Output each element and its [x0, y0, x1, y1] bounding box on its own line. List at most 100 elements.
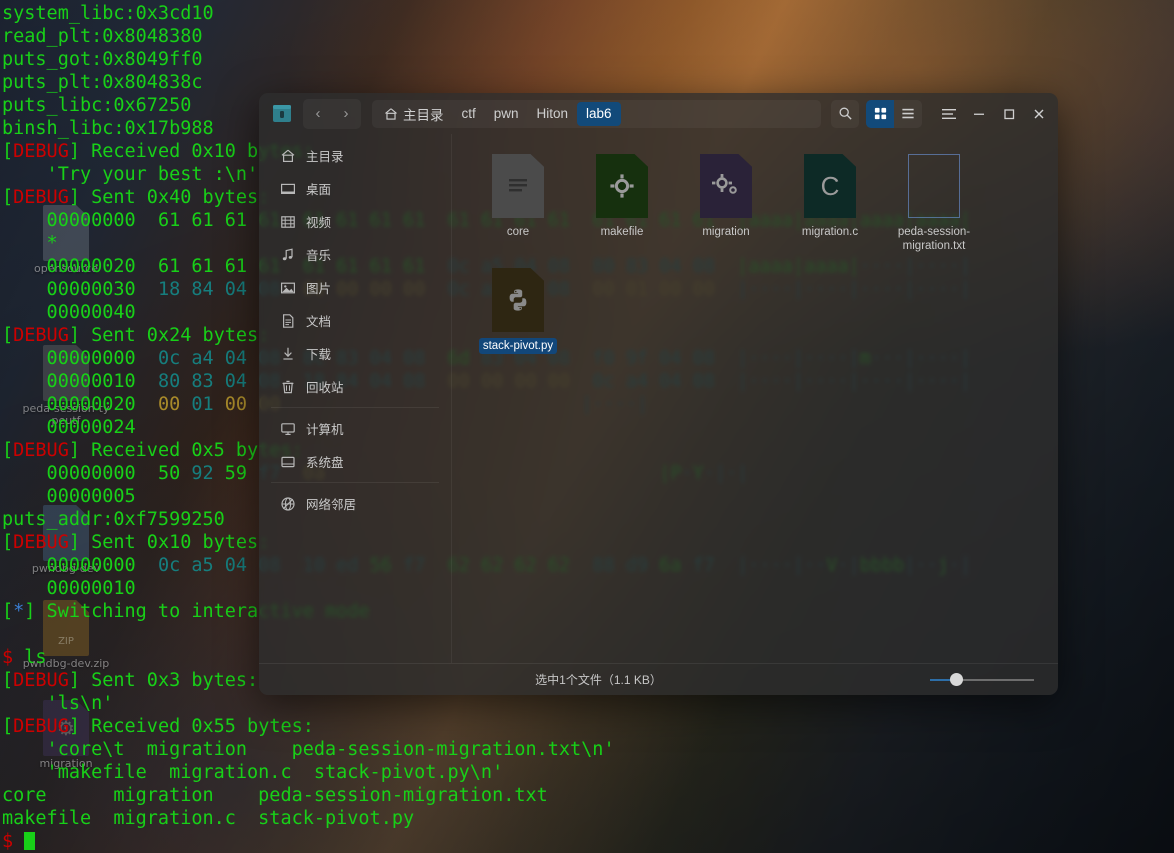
sidebar[interactable]: 主目录桌面视频音乐图片文档下载回收站计算机系统盘网络邻居: [259, 134, 451, 663]
file-item-makefile[interactable]: makefile: [570, 148, 674, 262]
computer-icon: [279, 420, 296, 437]
file-item-peda-session-migration-txt[interactable]: peda-session-migration.txt: [882, 148, 986, 262]
sidebar-item-6[interactable]: 下载: [265, 338, 445, 369]
file-grid[interactable]: core makefile migration Cmigration.c peda-se…: [452, 134, 1058, 362]
picture-icon: [279, 279, 296, 296]
desktop-icon-label: pwndbg-dev.zip: [22, 657, 110, 670]
status-bar: 选中1个文件（1.1 KB）: [259, 663, 1058, 695]
download-icon: [279, 345, 296, 362]
maximize-icon[interactable]: [996, 101, 1022, 127]
breadcrumb-item-ctf[interactable]: ctf: [453, 102, 485, 126]
toolbar-right: [831, 99, 1052, 128]
home-icon: [384, 107, 398, 121]
breadcrumb-item-label: lab6: [586, 106, 612, 121]
list-view-icon[interactable]: [894, 100, 922, 128]
desktop-icon: [279, 180, 296, 197]
gears-icon: [700, 154, 752, 218]
sidebar-item-label: 计算机: [306, 423, 344, 437]
minimize-icon[interactable]: [966, 101, 992, 127]
desktop-icon-label: opensource: [34, 262, 98, 275]
file-item-stack-pivot-py[interactable]: stack-pivot.py: [466, 262, 570, 362]
sidebar-item-label: 音乐: [306, 249, 332, 263]
sidebar-item-label: 网络邻居: [306, 498, 357, 512]
breadcrumb[interactable]: 主目录 ctf pwn Hiton lab6: [372, 99, 821, 128]
c-source-icon: C: [804, 154, 856, 218]
sidebar-item-label: 文档: [306, 315, 332, 329]
sidebar-item-7[interactable]: 回收站: [265, 371, 445, 402]
window-controls: [936, 101, 1052, 127]
breadcrumb-item-label: Hiton: [536, 106, 569, 121]
icon-size-slider[interactable]: [930, 673, 1034, 687]
back-button[interactable]: ‹: [305, 101, 331, 127]
file-item-label: peda-session-migration.txt: [897, 226, 971, 252]
document-lines-icon: [492, 154, 544, 218]
home-icon: [279, 147, 296, 164]
file-item-label: makefile: [600, 226, 644, 238]
zip-icon: ZIP: [43, 600, 89, 656]
sidebar-item-3[interactable]: 音乐: [265, 239, 445, 270]
network-icon: [279, 495, 296, 512]
sidebar-item-label: 桌面: [306, 183, 332, 197]
file-manager-titlebar: ‹ › 主目录 ctf pwn Hiton lab6: [259, 93, 1058, 134]
folder-sheet-icon: [43, 205, 89, 261]
forward-button[interactable]: ›: [333, 101, 359, 127]
file-item-label: stack-pivot.py: [478, 338, 558, 354]
desktop-icon-label: migration: [39, 757, 93, 770]
breadcrumb-item-pwn[interactable]: pwn: [485, 102, 528, 126]
sidebar-separator: [271, 407, 439, 408]
desktop-icon-label: peda-session-typeutf: [22, 402, 110, 427]
sidebar-item-2[interactable]: 视频: [265, 206, 445, 237]
desktop-icon-migration[interactable]: ⚙ migration: [20, 700, 112, 770]
desktop-icon-label: pwndbg-dev: [31, 562, 101, 575]
file-item-label: migration: [702, 226, 750, 238]
sidebar-separator: [271, 482, 439, 483]
breadcrumb-item-label: ctf: [461, 106, 476, 121]
disk-icon: [279, 453, 296, 470]
file-item-label: core: [506, 226, 530, 238]
file-item-core[interactable]: core: [466, 148, 570, 262]
python-icon: [492, 268, 544, 332]
slider-knob[interactable]: [950, 673, 963, 686]
desktop-icon-peda-session-typeutf[interactable]: peda-session-typeutf: [20, 345, 112, 427]
sidebar-item-4[interactable]: 图片: [265, 272, 445, 303]
close-icon[interactable]: [1026, 101, 1052, 127]
breadcrumb-item-lab6[interactable]: lab6: [577, 101, 621, 126]
file-item-label: migration.c: [801, 226, 859, 238]
sidebar-item-label: 视频: [306, 216, 332, 230]
navigation-buttons: ‹ ›: [303, 98, 361, 129]
grid-view-icon[interactable]: [866, 99, 894, 128]
video-icon: [279, 213, 296, 230]
file-list-area[interactable]: core makefile migration Cmigration.c peda-se…: [451, 134, 1058, 663]
sidebar-item-9[interactable]: 系统盘: [265, 446, 445, 477]
breadcrumb-item-label: 主目录: [403, 107, 444, 123]
sidebar-item-label: 回收站: [306, 381, 344, 395]
status-text: 选中1个文件（1.1 KB）: [535, 673, 662, 687]
gear-icon: [596, 154, 648, 218]
music-icon: [279, 246, 296, 263]
file-item-migration[interactable]: migration: [674, 148, 778, 262]
sidebar-item-0[interactable]: 主目录: [265, 140, 445, 171]
breadcrumb-item-主目录[interactable]: 主目录: [375, 102, 453, 126]
sidebar-item-1[interactable]: 桌面: [265, 173, 445, 204]
file-item-migration-c[interactable]: Cmigration.c: [778, 148, 882, 262]
sidebar-item-label: 下载: [306, 348, 332, 362]
sheet-grey-icon: [43, 345, 89, 401]
sidebar-item-5[interactable]: 文档: [265, 305, 445, 336]
trash-icon: [279, 378, 296, 395]
sheet-purple-icon: ⚙: [43, 700, 89, 756]
desktop-icon-pwndbg-dev[interactable]: pwndbg-dev: [20, 505, 112, 575]
sidebar-item-8[interactable]: 计算机: [265, 413, 445, 444]
desktop-icon-opensource[interactable]: opensource: [20, 205, 112, 275]
breadcrumb-item-label: pwn: [493, 106, 519, 121]
view-mode-toggle[interactable]: [866, 99, 922, 128]
file-manager-app-icon: [269, 101, 295, 127]
sidebar-item-label: 图片: [306, 282, 332, 296]
document-icon: [279, 312, 296, 329]
sidebar-item-10[interactable]: 网络邻居: [265, 488, 445, 519]
search-icon[interactable]: [831, 99, 859, 128]
file-manager-window[interactable]: ‹ › 主目录 ctf pwn Hiton lab6 主目录 桌面 视频 音乐 …: [259, 93, 1058, 695]
sheet-blue-icon: [43, 505, 89, 561]
breadcrumb-item-Hiton[interactable]: Hiton: [528, 102, 578, 126]
desktop-icon-pwndbg-dev-zip[interactable]: ZIP pwndbg-dev.zip: [20, 600, 112, 670]
hamburger-menu-icon[interactable]: [936, 101, 962, 127]
